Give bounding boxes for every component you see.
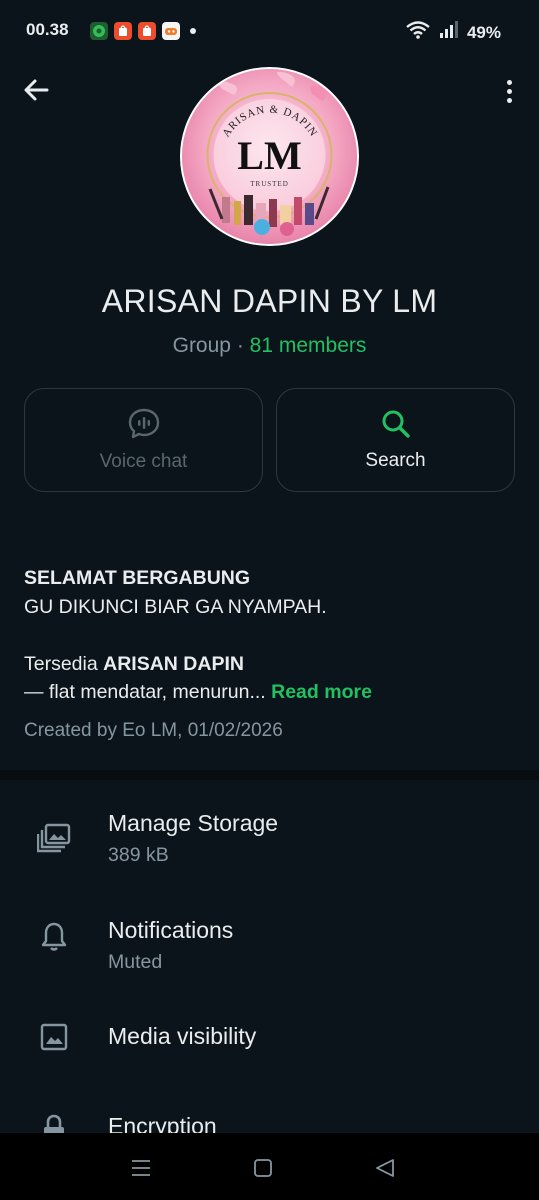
menu-item-manage-storage[interactable]: Manage Storage 389 kB (0, 790, 539, 890)
group-info-screen: 00.38 49% ARISAN & DAPIN LM TRUSTED ARIS… (0, 0, 539, 1200)
notifications-title: Notifications (108, 917, 234, 943)
description-line4: — flat mendatar, menurun... (24, 681, 266, 703)
voice-chat-icon (128, 408, 159, 439)
notifications-subtitle: Muted (108, 951, 163, 973)
menu-item-encryption[interactable]: Encryption (0, 1095, 539, 1133)
nav-back-button[interactable] (370, 1153, 400, 1183)
search-label: Search (365, 450, 426, 471)
manage-storage-subtitle: 389 kB (108, 844, 169, 866)
search-button[interactable]: Search (276, 388, 515, 492)
read-more-link[interactable]: Read more (271, 681, 372, 703)
battery-level: 49% (466, 22, 501, 42)
group-meta: Group · 81 members (0, 334, 539, 358)
group-description: SELAMAT BERGABUNG GU DIKUNCI BIAR GA NYA… (24, 564, 515, 707)
status-right: 49% (405, 20, 501, 45)
nav-back-icon (376, 1159, 394, 1177)
media-visibility-title: Media visibility (108, 1023, 257, 1049)
encryption-title: Encryption (108, 1113, 217, 1133)
logo-tagline: TRUSTED (250, 180, 289, 188)
voice-chat-label: Voice chat (99, 451, 188, 472)
search-icon (382, 410, 410, 438)
section-divider (0, 770, 539, 780)
more-vertical-icon (506, 79, 512, 85)
recents-button[interactable] (126, 1153, 156, 1183)
status-time: 00.38 (26, 20, 69, 39)
group-avatar[interactable]: ARISAN & DAPIN LM TRUSTED (180, 67, 359, 246)
group-type: Group (172, 334, 231, 357)
back-button[interactable] (20, 74, 52, 106)
manage-storage-title: Manage Storage (108, 810, 279, 836)
menu-item-notifications[interactable]: Notifications Muted (0, 897, 539, 997)
wifi-icon (405, 20, 431, 45)
description-line2: GU DIKUNCI BIAR GA NYAMPAH. (24, 595, 327, 618)
description-line1: SELAMAT BERGABUNG (24, 567, 251, 589)
more-options-button[interactable] (497, 76, 521, 106)
storage-icon (36, 820, 72, 856)
home-icon (254, 1159, 272, 1177)
members-count[interactable]: 81 members (250, 334, 367, 357)
more-notifications-dot (190, 28, 196, 34)
created-by-text: Created by Eo LM, 01/02/2026 (24, 720, 283, 741)
menu-item-media-visibility[interactable]: Media visibility (0, 1005, 539, 1095)
status-bar: 00.38 49% (0, 0, 539, 62)
back-arrow-icon (24, 79, 49, 101)
shopee-icon (114, 22, 132, 40)
meta-separator: · (230, 334, 250, 357)
logo-text: LM (237, 133, 301, 178)
home-button[interactable] (248, 1153, 278, 1183)
system-navigation-bar (0, 1133, 539, 1200)
bell-icon (36, 919, 72, 955)
recents-icon (132, 1160, 150, 1176)
group-logo-image: ARISAN & DAPIN LM TRUSTED (182, 69, 357, 244)
group-name: ARISAN DAPIN BY LM (101, 283, 438, 319)
description-line3-prefix: Tersedia (24, 652, 104, 675)
game-icon (162, 22, 180, 40)
description-line3-bold: ARISAN DAPIN (103, 652, 244, 675)
shopee-icon (138, 22, 156, 40)
image-icon (36, 1019, 72, 1055)
lock-icon (36, 1111, 72, 1133)
notification-icons (90, 22, 196, 40)
app-notification-icon (90, 22, 108, 40)
signal-icon (439, 21, 459, 44)
voice-chat-button[interactable]: Voice chat (24, 388, 263, 492)
